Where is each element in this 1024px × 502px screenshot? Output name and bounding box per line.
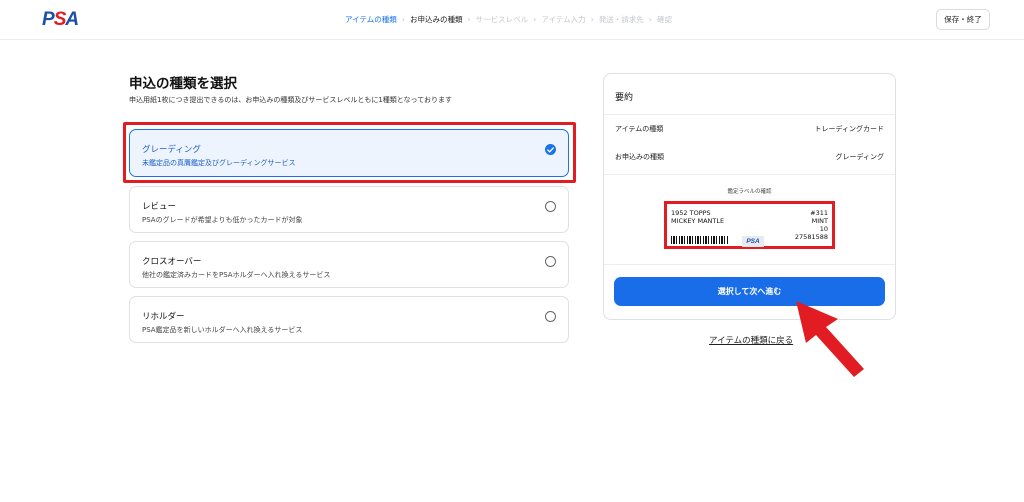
logo-letter-a: A xyxy=(65,9,79,30)
step-shipping-billing: 発送・請求先 xyxy=(598,15,644,24)
barcode-icon xyxy=(671,236,729,244)
step-service-level: サービスレベル xyxy=(475,15,529,24)
page-title: 申込の種類を選択 xyxy=(129,76,237,92)
radio-button[interactable] xyxy=(545,311,556,322)
divider xyxy=(604,264,895,265)
check-icon[interactable] xyxy=(545,144,556,155)
option-title: レビュー xyxy=(142,202,177,212)
option-description: PSA鑑定品を新しいホルダーへ入れ換えるサービス xyxy=(142,326,303,334)
radio-button[interactable] xyxy=(545,256,556,267)
step-item-entry: アイテム入力 xyxy=(541,15,586,24)
option-description: PSAのグレードが希望よりも低かったカードが対象 xyxy=(142,216,303,224)
progress-steps: アイテムの種類 › お申込みの種類 › サービスレベル › アイテム入力 › 発… xyxy=(345,14,672,25)
label-player-name: MICKEY MANTLE xyxy=(671,217,725,225)
summary-application-type-label: お申込みの種類 xyxy=(615,153,664,161)
label-year-set: 1952 TOPPS xyxy=(671,209,711,217)
option-title: リホルダー xyxy=(142,312,185,322)
label-cert-number: 27581588 xyxy=(794,233,828,241)
summary-item-type-label: アイテムの種類 xyxy=(615,125,664,133)
page-subtitle: 申込用紙1枚につき提出できるのは、お申込みの種類及びサービスレベルともに1種類と… xyxy=(129,96,452,104)
sample-grading-label: 1952 TOPPS MICKEY MANTLE #311 MINT 10 27… xyxy=(664,201,835,249)
option-title: グレーディング xyxy=(142,145,201,155)
step-confirm: 確認 xyxy=(657,15,673,24)
label-grade: 10 xyxy=(819,225,828,233)
radio-button[interactable] xyxy=(545,201,556,212)
summary-title: 要約 xyxy=(615,93,634,103)
chevron-right-icon: › xyxy=(401,15,405,24)
psa-logo[interactable]: P S A xyxy=(42,9,79,30)
summary-item-type-value: トレーディングカード xyxy=(814,125,884,133)
option-description: 未鑑定品の真贋鑑定及びグレーディングサービス xyxy=(142,159,296,167)
chevron-right-icon: › xyxy=(533,15,537,24)
chevron-right-icon: › xyxy=(467,15,471,24)
logo-letter-s: S xyxy=(53,9,67,30)
option-review[interactable]: レビュー PSAのグレードが希望よりも低かったカードが対象 xyxy=(129,186,569,233)
back-to-item-type-link[interactable]: アイテムの種類に戻る xyxy=(709,334,793,346)
save-exit-button[interactable]: 保存・終了 xyxy=(936,9,990,30)
step-item-type[interactable]: アイテムの種類 xyxy=(345,14,397,25)
chevron-right-icon: › xyxy=(590,15,594,24)
top-header: P S A アイテムの種類 › お申込みの種類 › サービスレベル › アイテム… xyxy=(0,0,1024,40)
logo-letter-p: P xyxy=(42,9,55,30)
step-application-type: お申込みの種類 xyxy=(409,15,463,24)
option-crossover[interactable]: クロスオーバー 他社の鑑定済みカードをPSAホルダーへ入れ換えるサービス xyxy=(129,241,569,288)
option-reholder[interactable]: リホルダー PSA鑑定品を新しいホルダーへ入れ換えるサービス xyxy=(129,296,569,343)
divider xyxy=(604,114,895,115)
chevron-right-icon: › xyxy=(648,15,653,24)
red-arrow-annotation-icon xyxy=(796,301,864,377)
label-preview-caption: 鑑定ラベルの確認 xyxy=(727,189,772,195)
option-description: 他社の鑑定済みカードをPSAホルダーへ入れ換えるサービス xyxy=(142,271,331,279)
psa-mini-logo: PSA xyxy=(742,236,764,247)
option-title: クロスオーバー xyxy=(142,257,202,267)
summary-application-type-value: グレーディング xyxy=(835,153,884,161)
label-grade-text: MINT xyxy=(811,217,828,225)
option-grading[interactable]: グレーディング 未鑑定品の真贋鑑定及びグレーディングサービス xyxy=(129,129,569,177)
divider xyxy=(604,174,895,175)
label-card-number: #311 xyxy=(810,209,828,217)
